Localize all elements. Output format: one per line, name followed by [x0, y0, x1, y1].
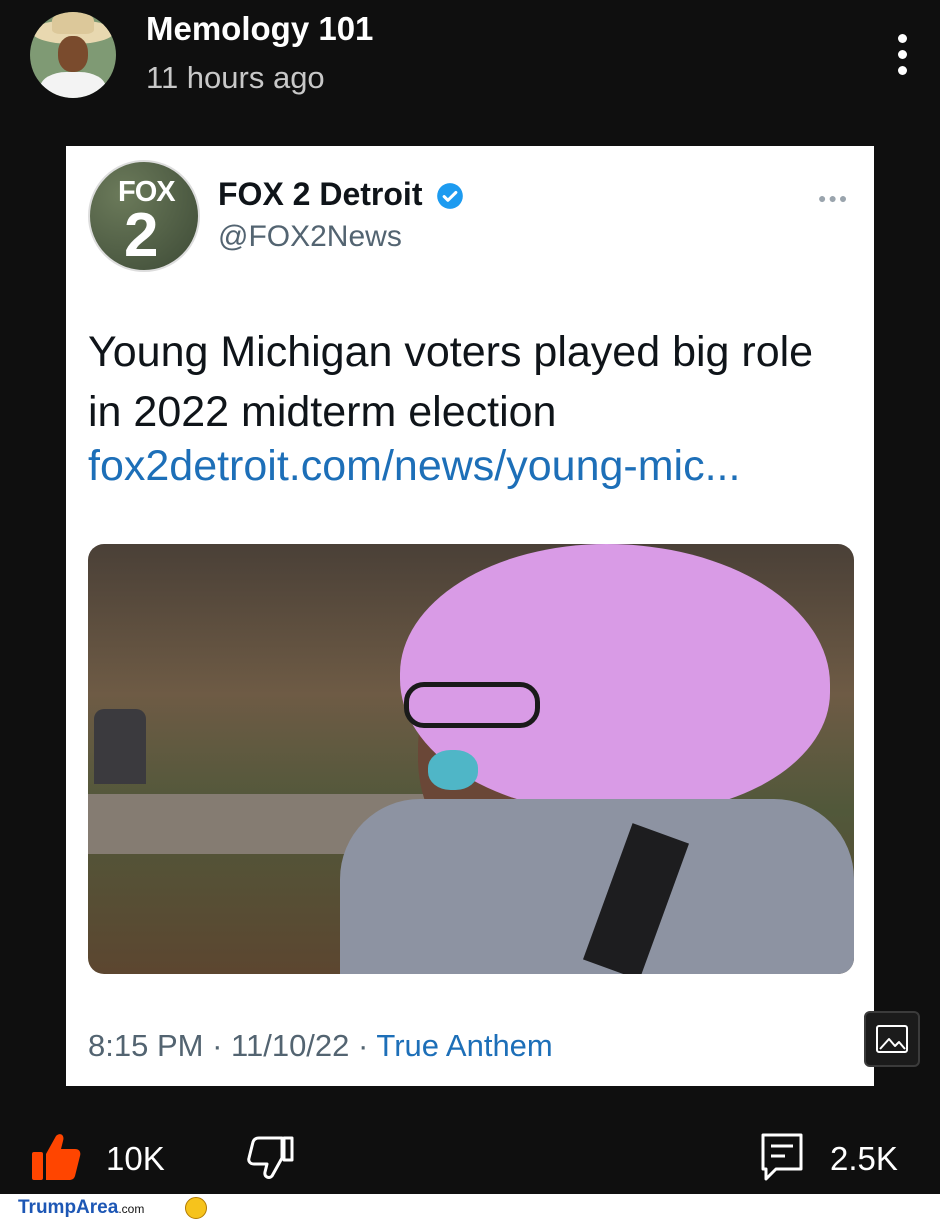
- shirt-shape: [40, 72, 106, 98]
- background-people: [94, 709, 146, 784]
- tweet-photo: [88, 544, 854, 974]
- verified-badge-icon: [437, 183, 463, 209]
- author-name[interactable]: Memology 101: [146, 10, 373, 48]
- watermark-text: TrumpArea: [18, 1197, 119, 1218]
- blue-lips: [428, 750, 478, 790]
- comment-count: 2.5K: [830, 1140, 898, 1177]
- tweet-date: 11/10/22: [231, 1028, 350, 1063]
- meta-separator: ·: [358, 1028, 369, 1063]
- more-options-icon[interactable]: [890, 34, 914, 78]
- emoji-icon: [185, 1197, 207, 1219]
- post-time: 11 hours ago: [146, 60, 325, 95]
- like-count: 10K: [106, 1140, 165, 1177]
- logo-number: 2: [124, 201, 159, 270]
- tweet-text: Young Michigan voters played big role in…: [88, 328, 814, 436]
- meta-separator: ·: [212, 1028, 223, 1063]
- tweet-source-app: True Anthem: [376, 1028, 553, 1063]
- comment-icon[interactable]: [760, 1132, 804, 1182]
- hat-top-shape: [52, 12, 94, 34]
- tweet-link: fox2detroit.com/news/young-mic...: [88, 442, 741, 490]
- tweet-meta: 8:15 PM · 11/10/22 · True Anthem: [88, 1028, 553, 1064]
- tweet-time: 8:15 PM: [88, 1028, 204, 1063]
- avatar[interactable]: [30, 12, 116, 98]
- watermark-suffix: .com: [118, 1202, 145, 1216]
- dislike-icon[interactable]: [246, 1134, 294, 1182]
- glasses: [404, 682, 540, 728]
- view-image-icon[interactable]: [864, 1011, 920, 1067]
- tweet-handle: @FOX2News: [218, 220, 402, 253]
- fox2-logo: FOX 2: [88, 160, 200, 272]
- face-shape: [58, 36, 88, 72]
- tweet-more-icon: ●●●: [818, 190, 850, 206]
- watermark: TrumpArea.com: [18, 1197, 144, 1219]
- tweet-author-name: FOX 2 Detroit: [218, 176, 423, 212]
- like-icon[interactable]: [30, 1132, 82, 1182]
- tweet-screenshot[interactable]: FOX 2 FOX 2 Detroit @FOX2News ●●● Young …: [66, 146, 874, 1086]
